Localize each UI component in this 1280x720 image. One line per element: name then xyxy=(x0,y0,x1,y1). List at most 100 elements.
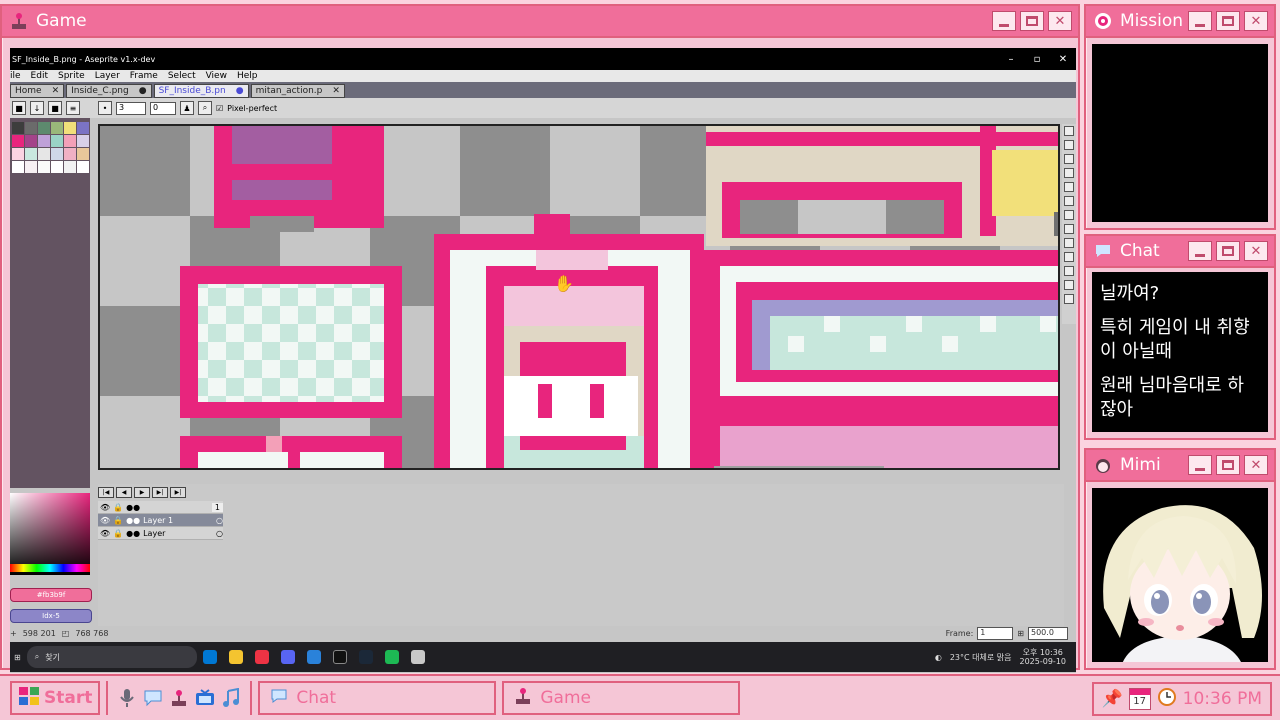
onion-skin-icon[interactable]: ●● xyxy=(126,503,140,512)
play-button[interactable]: ▶ xyxy=(134,487,150,498)
close-button[interactable]: ✕ xyxy=(1244,455,1268,475)
brush-size-input[interactable]: 3 xyxy=(116,101,146,115)
tab-inside-c[interactable]: Inside_C.png ● xyxy=(66,84,152,98)
menu-select[interactable]: Select xyxy=(168,71,196,81)
joystick-icon[interactable] xyxy=(168,687,190,709)
tab-sf-inside-b[interactable]: SF_Inside_B.pn ● xyxy=(153,84,249,98)
palette-index-button[interactable]: Idx-5 xyxy=(10,609,92,623)
layer-row[interactable]: 👁 🔒 ●● Layer 1 ○ xyxy=(98,514,223,527)
menu-view[interactable]: View xyxy=(206,71,227,81)
zoom-input[interactable]: 500.0 xyxy=(1028,627,1068,640)
palette-swatch[interactable] xyxy=(64,122,76,134)
menu-sprite[interactable]: Sprite xyxy=(58,71,85,81)
zoom-tool-icon[interactable] xyxy=(1064,182,1074,192)
tab-close-icon[interactable]: ✕ xyxy=(332,86,340,96)
foreground-color-button[interactable]: #fb3b9f xyxy=(10,588,92,602)
continuous-icon[interactable]: ●● xyxy=(126,529,140,538)
palette-swatch[interactable] xyxy=(64,161,76,173)
eye-icon[interactable]: 👁 xyxy=(100,503,110,512)
palette-swatch[interactable] xyxy=(12,135,24,147)
marquee-tool-icon[interactable] xyxy=(1064,126,1074,136)
app-icon[interactable] xyxy=(306,650,321,664)
text-tool-icon[interactable] xyxy=(1064,294,1074,304)
frame-input[interactable]: 1 xyxy=(977,627,1014,640)
chat-bubble-icon[interactable] xyxy=(142,687,164,709)
frame-number[interactable]: 1 xyxy=(211,502,223,512)
minimize-button[interactable] xyxy=(992,11,1016,31)
menu-edit[interactable]: Edit xyxy=(31,71,48,81)
obs-icon[interactable] xyxy=(332,650,347,664)
palette-swatch[interactable] xyxy=(38,161,50,173)
mission-titlebar[interactable]: Mission ✕ xyxy=(1086,6,1274,38)
tab-close-icon[interactable]: ✕ xyxy=(52,86,60,96)
palette-swatch[interactable] xyxy=(12,161,24,173)
minimize-button[interactable] xyxy=(1188,455,1212,475)
taskbar-chat-item[interactable]: Chat xyxy=(258,681,497,715)
brush-shape-icon[interactable]: ■ xyxy=(12,101,26,115)
continuous-icon[interactable]: ●● xyxy=(126,516,140,525)
discord-icon[interactable] xyxy=(280,650,295,664)
menu-lines-icon[interactable]: ≡ xyxy=(66,101,80,115)
color-picker-field[interactable] xyxy=(10,493,90,575)
maximize-button[interactable] xyxy=(1216,455,1240,475)
menu-file[interactable]: ile xyxy=(10,71,21,81)
rectangle-tool-icon[interactable] xyxy=(1064,252,1074,262)
menu-frame[interactable]: Frame xyxy=(130,71,158,81)
add-frame-icon[interactable]: ⊞ xyxy=(1017,629,1024,638)
sprite-canvas[interactable]: ✋ xyxy=(98,124,1060,470)
palette-swatch[interactable] xyxy=(25,148,37,160)
maximize-button[interactable] xyxy=(1216,11,1240,31)
aseprite-minimize-button[interactable]: – xyxy=(998,54,1024,65)
prev-frame-button[interactable]: ◀ xyxy=(116,487,132,498)
maximize-button[interactable] xyxy=(1020,11,1044,31)
cel-icon[interactable]: ○ xyxy=(216,529,223,538)
layer-row[interactable]: 👁 🔒 ●● Layer ○ xyxy=(98,527,223,540)
tab-home[interactable]: Home ✕ xyxy=(10,84,65,98)
minimize-button[interactable] xyxy=(1188,241,1212,261)
tv-icon[interactable] xyxy=(194,687,216,709)
palette-swatch[interactable] xyxy=(77,135,89,147)
chrome-icon[interactable] xyxy=(254,650,269,664)
menu-help[interactable]: Help xyxy=(237,71,258,81)
palette-swatch[interactable] xyxy=(38,122,50,134)
pixel-perfect-checkbox[interactable]: ☑ xyxy=(216,104,223,113)
gradient-tool-icon[interactable] xyxy=(1064,224,1074,234)
minimize-button[interactable] xyxy=(1188,11,1212,31)
lock-icon[interactable]: 🔒 xyxy=(113,529,123,538)
palette-swatch[interactable] xyxy=(38,135,50,147)
palette-swatch[interactable] xyxy=(77,122,89,134)
brush-type-icon[interactable]: • xyxy=(98,101,112,115)
ellipse-tool-icon[interactable] xyxy=(1064,266,1074,276)
first-frame-button[interactable]: |◀ xyxy=(98,487,114,498)
move-tool-icon[interactable] xyxy=(1064,196,1074,206)
microphone-icon[interactable] xyxy=(116,687,138,709)
calendar-icon[interactable]: 17 xyxy=(1128,688,1151,710)
palette-swatch[interactable] xyxy=(77,161,89,173)
lock-icon[interactable]: 🔒 xyxy=(113,516,123,525)
pencil-tool-icon[interactable] xyxy=(1064,140,1074,150)
palette-swatch[interactable] xyxy=(64,135,76,147)
pin-icon[interactable]: 📌 xyxy=(1102,689,1123,709)
brush-square-icon[interactable]: ■ xyxy=(48,101,62,115)
magnifier-icon[interactable]: ⌕ xyxy=(198,101,212,115)
ink-icon[interactable]: ♟ xyxy=(180,101,194,115)
chat-titlebar[interactable]: Chat ✕ xyxy=(1086,236,1274,268)
eraser-tool-icon[interactable] xyxy=(1064,154,1074,164)
palette-swatch[interactable] xyxy=(77,148,89,160)
palette-swatch[interactable] xyxy=(51,122,63,134)
brush-angle-input[interactable]: 0 xyxy=(150,101,176,115)
fill-tool-icon[interactable] xyxy=(1064,210,1074,220)
line-tool-icon[interactable] xyxy=(1064,238,1074,248)
palette-swatch[interactable] xyxy=(25,122,37,134)
palette-swatch[interactable] xyxy=(64,148,76,160)
lock-icon[interactable]: 🔒 xyxy=(113,503,123,512)
palette-swatch[interactable] xyxy=(38,148,50,160)
music-note-icon[interactable] xyxy=(220,687,242,709)
close-button[interactable]: ✕ xyxy=(1244,11,1268,31)
close-button[interactable]: ✕ xyxy=(1048,11,1072,31)
palette-swatch[interactable] xyxy=(51,135,63,147)
last-frame-button[interactable]: ▶| xyxy=(170,487,186,498)
palette-swatch[interactable] xyxy=(25,161,37,173)
tab-mitan-action[interactable]: mitan_action.p ✕ xyxy=(250,84,345,98)
cel-icon[interactable]: ○ xyxy=(216,516,223,525)
